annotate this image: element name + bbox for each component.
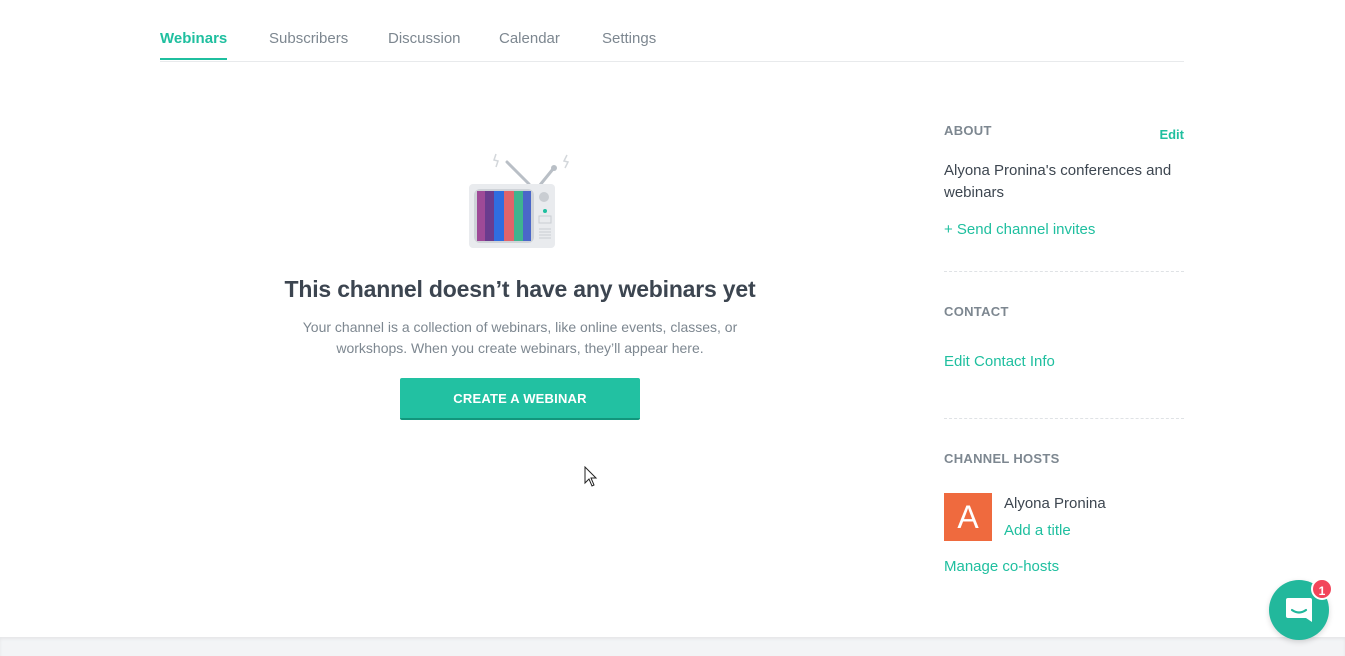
manage-cohosts-link[interactable]: Manage co-hosts — [944, 558, 1059, 575]
host-name: Alyona Pronina — [1004, 495, 1106, 512]
tab-settings[interactable]: Settings — [602, 30, 656, 60]
tv-icon — [469, 153, 570, 248]
contact-heading: CONTACT — [944, 304, 1009, 319]
channel-tabs: Webinars Subscribers Discussion Calendar… — [160, 0, 1184, 62]
send-invites-link[interactable]: + Send channel invites — [944, 221, 1095, 238]
about-heading: ABOUT — [944, 123, 992, 138]
host-avatar: A — [944, 493, 992, 541]
divider — [944, 418, 1184, 419]
notification-badge: 1 — [1311, 578, 1333, 600]
tab-webinars[interactable]: Webinars — [160, 30, 228, 60]
mouse-cursor-icon — [584, 466, 598, 487]
footer-band — [0, 637, 1345, 656]
about-text: Alyona Pronina's conferences and webinar… — [944, 162, 1172, 201]
empty-state-title: This channel doesn’t have any webinars y… — [284, 276, 756, 302]
tab-discussion[interactable]: Discussion — [388, 30, 461, 60]
empty-state-description: Your channel is a collection of webinars… — [302, 319, 738, 356]
tab-subscribers[interactable]: Subscribers — [269, 30, 348, 60]
divider — [944, 271, 1184, 272]
hosts-heading: CHANNEL HOSTS — [944, 451, 1060, 466]
edit-contact-link[interactable]: Edit Contact Info — [944, 353, 1055, 370]
tab-calendar[interactable]: Calendar — [499, 30, 560, 60]
add-title-link[interactable]: Add a title — [1004, 522, 1071, 539]
edit-about-link[interactable]: Edit — [1159, 127, 1184, 142]
empty-state: This channel doesn’t have any webinars y… — [210, 150, 830, 420]
create-webinar-button[interactable]: CREATE A WEBINAR — [400, 378, 640, 420]
chat-icon — [1286, 598, 1312, 622]
